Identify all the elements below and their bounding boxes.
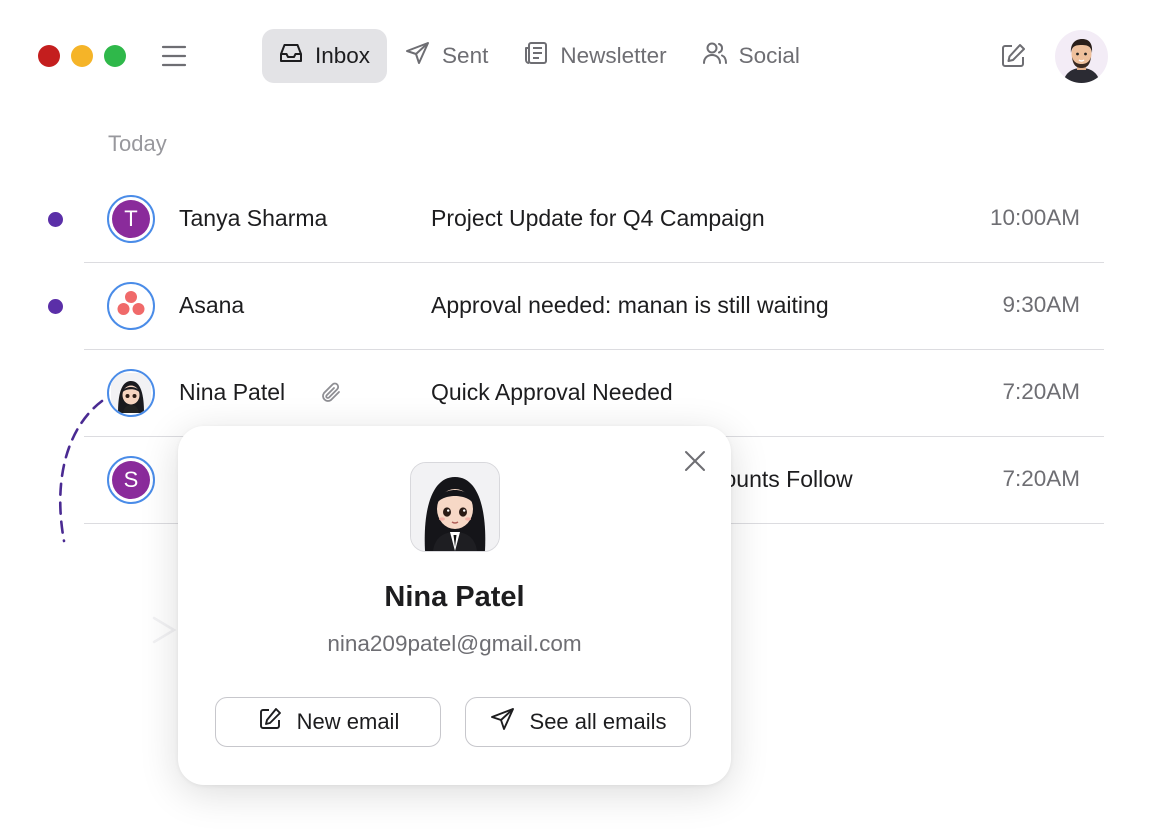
tab-sent[interactable]: Sent: [389, 29, 505, 83]
send-icon: [490, 706, 516, 738]
tab-label: Social: [738, 43, 800, 68]
see-all-emails-button[interactable]: See all emails: [465, 697, 691, 747]
avatar: [107, 282, 155, 330]
email-time: 7:20AM: [1002, 379, 1080, 404]
section-label-today: Today: [108, 131, 167, 156]
email-subject: counts Follow: [712, 466, 853, 492]
newsletter-icon: [522, 39, 550, 73]
tab-newsletter[interactable]: Newsletter: [507, 29, 683, 83]
avatar-initial: T: [112, 200, 150, 238]
contact-card-popover: Nina Patel nina209patel@gmail.com New em…: [178, 426, 731, 785]
contact-avatar: [410, 462, 500, 552]
users-icon: [701, 39, 729, 73]
asana-logo-icon: [111, 284, 151, 328]
email-time: 10:00AM: [989, 205, 1080, 230]
window-controls: [38, 45, 126, 67]
tab-inbox[interactable]: Inbox: [262, 29, 388, 83]
minimize-window-button[interactable]: [71, 45, 93, 67]
mailbox-tabs: Inbox Sent Newsletter Social: [262, 29, 819, 83]
user-avatar[interactable]: [1055, 30, 1108, 83]
cursor-icon: [152, 616, 177, 644]
tab-label: Newsletter: [560, 43, 667, 68]
email-row[interactable]: T Tanya Sharma Project Update for Q4 Cam…: [48, 176, 1104, 263]
compose-icon[interactable]: [998, 41, 1028, 71]
avatar: T: [107, 195, 155, 243]
hamburger-menu-icon[interactable]: [160, 43, 188, 69]
see-all-emails-label: See all emails: [529, 709, 667, 734]
email-subject: Project Update for Q4 Campaign: [431, 205, 765, 231]
maximize-window-button[interactable]: [104, 45, 126, 67]
unread-indicator: [48, 212, 63, 227]
new-email-button[interactable]: New email: [215, 697, 441, 747]
send-icon: [404, 39, 432, 73]
email-subject: Quick Approval Needed: [431, 379, 673, 405]
close-window-button[interactable]: [38, 45, 60, 67]
unread-indicator: [48, 299, 63, 314]
tab-label: Sent: [442, 43, 489, 68]
email-time: 7:20AM: [1002, 466, 1080, 491]
email-sender: Nina Patel: [179, 379, 286, 405]
paperclip-icon: [319, 381, 343, 405]
tab-social[interactable]: Social: [686, 29, 817, 83]
dashed-connector: [58, 399, 104, 543]
tab-label: Inbox: [315, 43, 371, 68]
inbox-icon: [277, 39, 305, 73]
compose-icon: [257, 706, 283, 738]
contact-name: Nina Patel: [384, 581, 525, 613]
email-time: 9:30AM: [1002, 292, 1080, 317]
email-row[interactable]: Asana Approval needed: manan is still wa…: [48, 263, 1104, 350]
email-row[interactable]: Nina Patel Quick Approval Needed 7:20AM: [84, 350, 1104, 437]
new-email-label: New email: [296, 709, 400, 734]
email-sender: Tanya Sharma: [179, 205, 328, 231]
close-icon[interactable]: [682, 448, 708, 474]
contact-email: nina209patel@gmail.com: [327, 631, 582, 656]
email-subject: Approval needed: manan is still waiting: [431, 292, 829, 318]
email-sender: Asana: [179, 292, 245, 318]
